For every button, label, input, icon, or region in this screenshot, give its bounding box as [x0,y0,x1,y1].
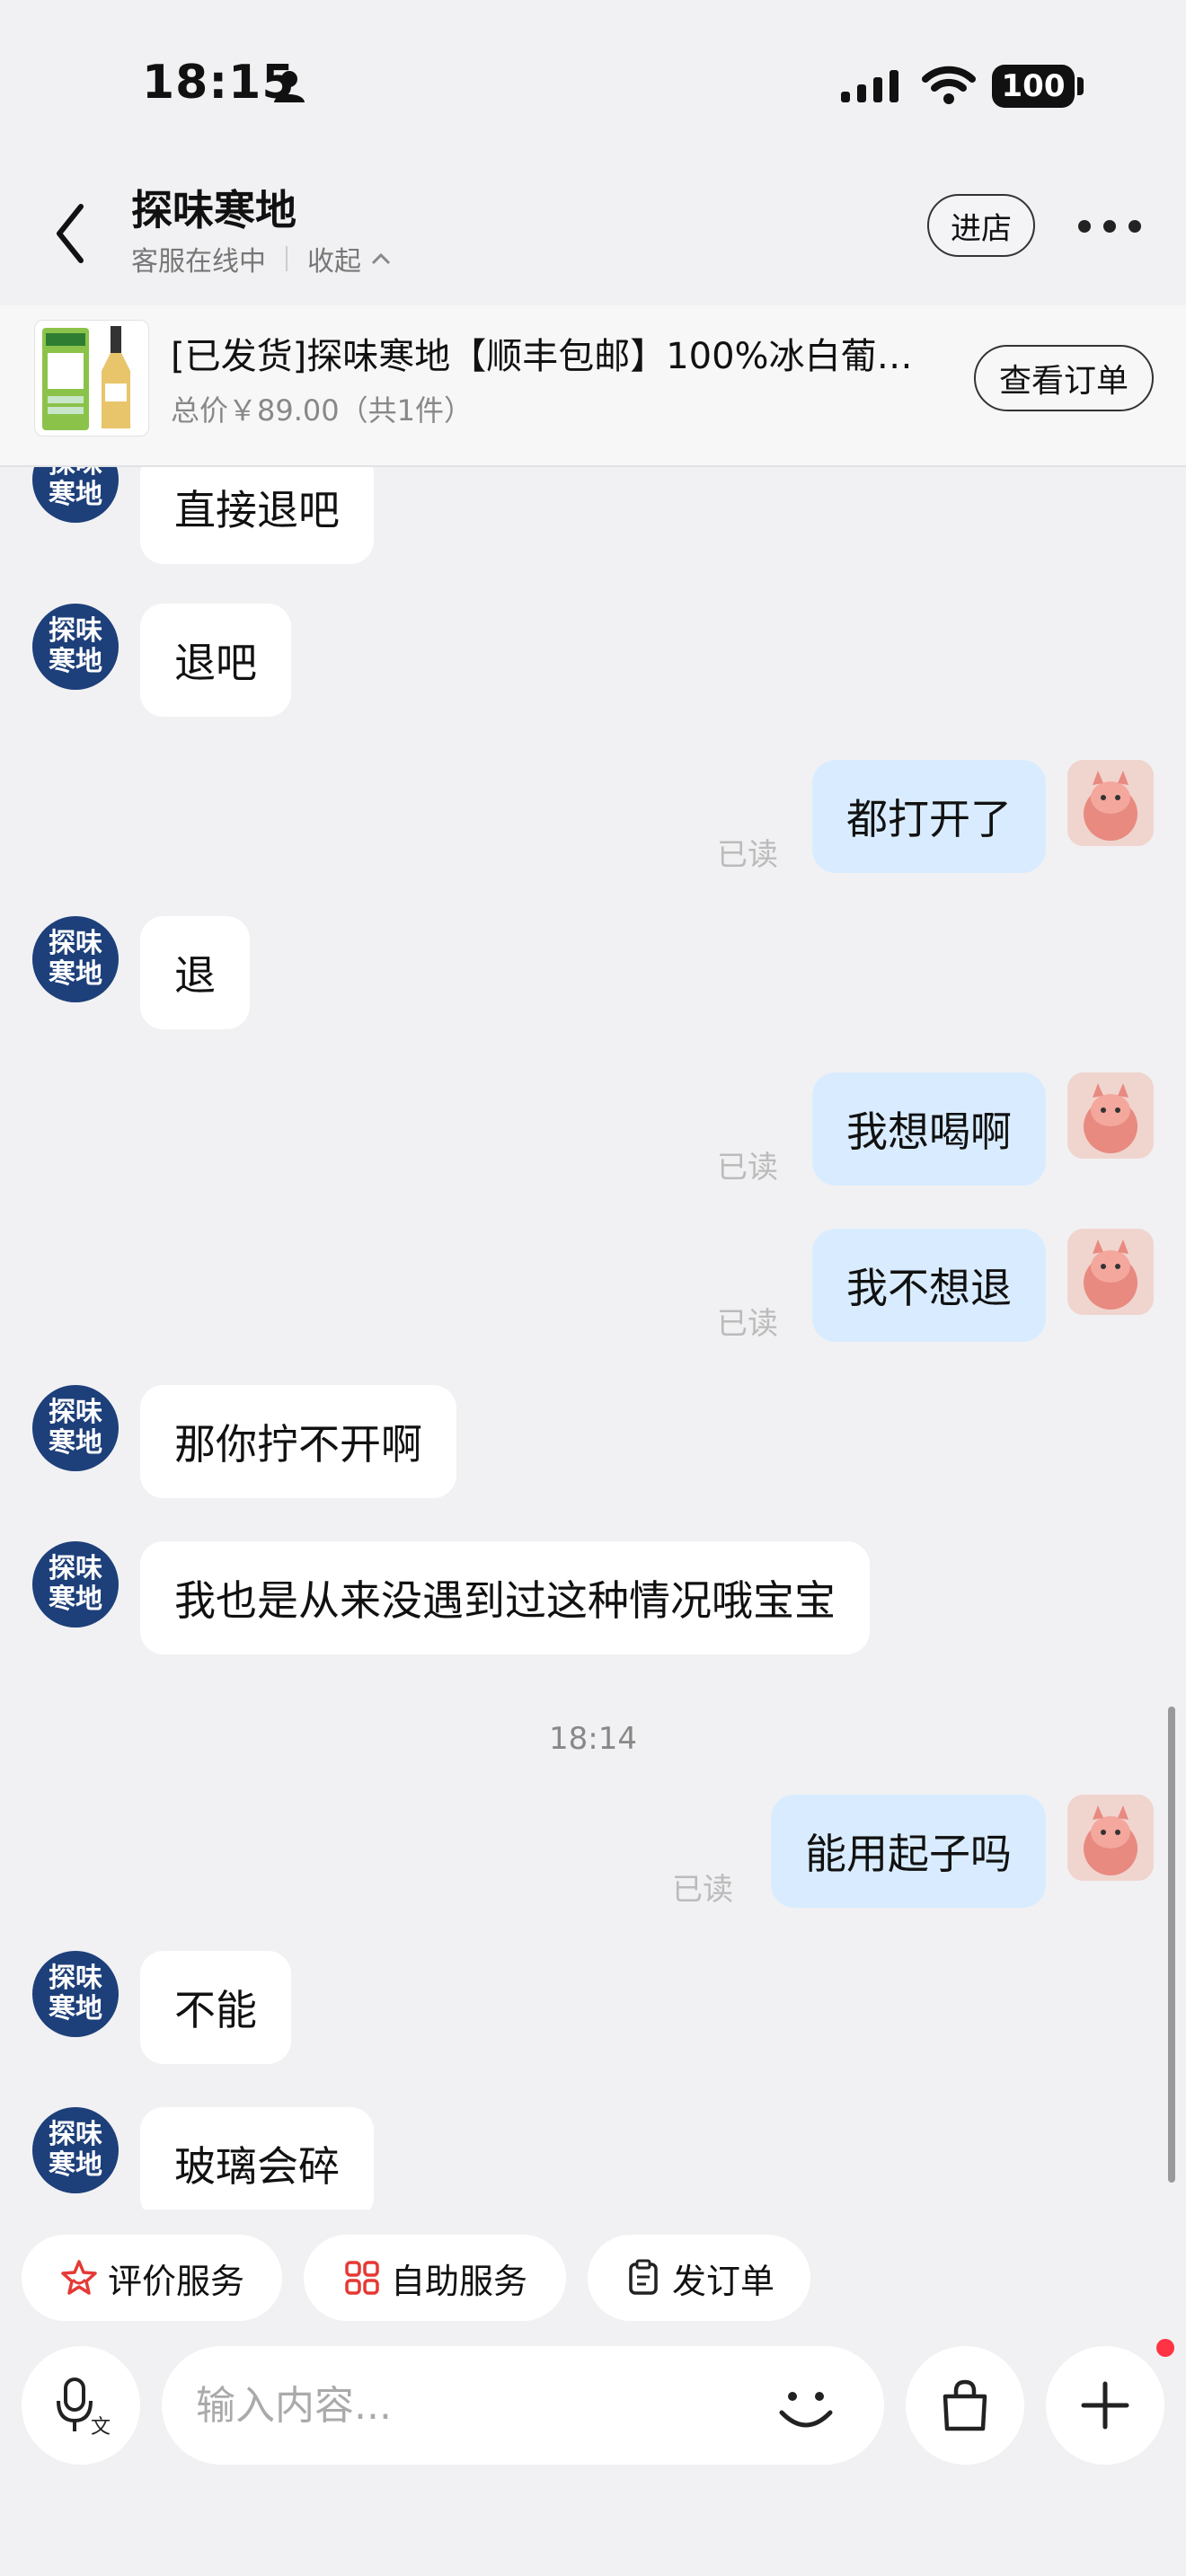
status-bar: 18:15 100 [0,0,1186,171]
message-bubble-shop[interactable]: 退 [140,916,250,1029]
shop-status: 客服在线中 收起 [131,239,392,278]
shop-avatar[interactable]: 探味寒地 [32,2107,119,2193]
message-bubble-shop[interactable]: 不能 [140,1951,291,2064]
shop-avatar[interactable]: 探味寒地 [32,467,119,523]
send-order-button[interactable]: 发订单 [588,2235,810,2321]
message-bubble-shop[interactable]: 那你拧不开啊 [140,1385,456,1498]
read-receipt: 已读 [717,837,778,873]
rate-service-button[interactable]: 评价服务 [22,2235,282,2321]
svg-text:文: 文 [91,2416,111,2437]
shopping-bag-icon [943,2379,987,2431]
read-receipt: 已读 [672,1872,733,1908]
rate-service-label: 评价服务 [107,2261,244,2301]
chat-messages[interactable]: 探味寒地 直接退吧 探味寒地 退吧 都打开了 已读 探味寒地 退 我想喝啊 已读… [0,467,1186,2210]
order-title: [已发货]探味寒地【顺丰包邮】100%冰白葡萄酒 [171,336,934,377]
chat-scrollbar[interactable] [1168,1707,1175,2183]
shop-avatar[interactable]: 探味寒地 [32,1541,119,1628]
more-options-icon[interactable] [1078,217,1141,235]
user-avatar[interactable] [1067,1072,1154,1159]
self-service-label: 自助服务 [390,2261,527,2301]
shop-avatar[interactable]: 探味寒地 [32,604,119,690]
read-receipt: 已读 [717,1306,778,1342]
user-avatar[interactable] [1067,760,1154,846]
back-arrow-icon[interactable] [45,198,99,269]
message-bubble-user[interactable]: 能用起子吗 [771,1795,1046,1908]
user-avatar[interactable] [1067,1795,1154,1881]
online-status: 客服在线中 [131,246,266,278]
wifi-icon [922,66,976,104]
message-bubble-user[interactable]: 我不想退 [812,1229,1046,1342]
shopping-bag-button[interactable] [906,2346,1024,2465]
view-order-button[interactable]: 查看订单 [974,345,1154,411]
battery-tip [1077,77,1084,95]
shop-avatar[interactable]: 探味寒地 [32,916,119,1002]
read-receipt: 已读 [717,1150,778,1186]
order-card[interactable]: [已发货]探味寒地【顺丰包邮】100%冰白葡萄酒 总价￥89.00（共1件） 查… [0,305,1186,467]
send-order-label: 发订单 [671,2261,774,2301]
shop-avatar[interactable]: 探味寒地 [32,1951,119,2037]
divider [286,246,288,271]
product-thumbnail [34,320,149,437]
order-price: 总价￥89.00（共1件） [171,393,473,428]
shop-avatar[interactable]: 探味寒地 [32,1385,119,1471]
more-actions-button[interactable] [1046,2346,1164,2465]
shop-name: 探味寒地 [131,186,296,234]
message-bubble-shop[interactable]: 退吧 [140,604,291,717]
self-service-button[interactable]: 自助服务 [304,2235,566,2321]
notification-dot [1156,2339,1174,2357]
message-bubble-user[interactable]: 都打开了 [812,760,1046,873]
grid-icon [345,2261,379,2295]
star-icon [61,2260,97,2295]
microphone-icon: 文 [57,2378,111,2437]
message-input[interactable] [196,2373,735,2438]
chevron-up-icon [371,252,391,265]
time-separator: 18:14 [549,1721,637,1757]
chat-header: 探味寒地 客服在线中 收起 进店 [0,171,1186,305]
enter-store-button[interactable]: 进店 [927,194,1035,257]
clipboard-icon [629,2259,658,2295]
message-bubble-user[interactable]: 我想喝啊 [812,1072,1046,1186]
voice-input-button[interactable]: 文 [22,2346,140,2465]
message-bubble-shop[interactable]: 玻璃会碎 [140,2107,374,2210]
message-bubble-shop[interactable]: 直接退吧 [140,467,374,564]
collapse-button[interactable]: 收起 [307,239,392,278]
plus-icon [1081,2381,1129,2430]
battery-indicator: 100 [992,65,1075,108]
person-icon [274,71,305,102]
signal-icon [841,70,898,102]
emoji-icon[interactable] [766,2366,846,2447]
collapse-label: 收起 [307,246,361,278]
message-bubble-shop[interactable]: 我也是从来没遇到过这种情况哦宝宝 [140,1541,870,1654]
user-avatar[interactable] [1067,1229,1154,1315]
